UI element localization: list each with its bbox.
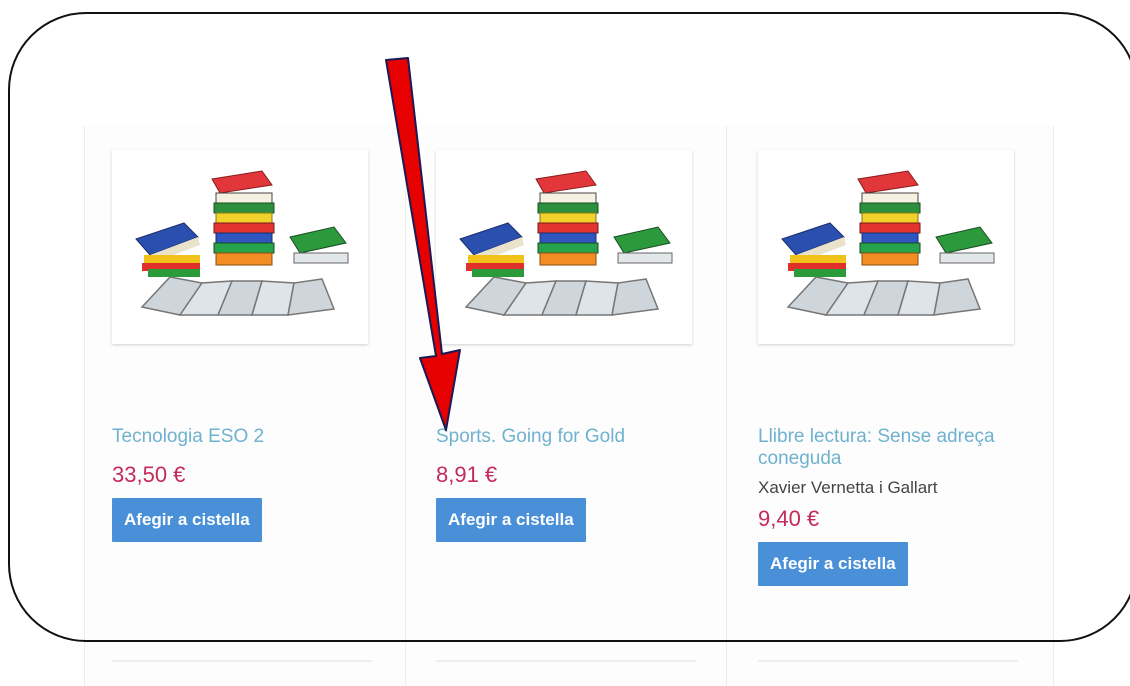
product-title-link[interactable]: Tecnologia ESO 2 [112, 426, 372, 448]
product-image[interactable] [758, 150, 1014, 344]
product-price: 8,91 € [436, 462, 498, 487]
product-card: Llibre lectura: Sense adreça coneguda Xa… [758, 150, 1018, 586]
product-author: Xavier Vernetta i Gallart [758, 478, 938, 497]
next-row-card-edge [758, 660, 1018, 662]
product-card: Tecnologia ESO 2 33,50 € Afegir a cistel… [112, 150, 372, 542]
add-to-cart-button[interactable]: Afegir a cistella [112, 498, 262, 542]
product-card: Sports. Going for Gold 8,91 € Afegir a c… [436, 150, 696, 542]
add-to-cart-button[interactable]: Afegir a cistella [436, 498, 586, 542]
column-divider [84, 126, 85, 686]
product-title-link[interactable]: Llibre lectura: Sense adreça coneguda [758, 426, 998, 470]
book-stack-icon [459, 170, 673, 316]
add-to-cart-button[interactable]: Afegir a cistella [758, 542, 908, 586]
book-stack-icon [135, 170, 349, 316]
product-image[interactable] [436, 150, 692, 344]
column-divider [405, 126, 406, 686]
next-row-card-edge [112, 660, 372, 662]
product-title-link[interactable]: Sports. Going for Gold [436, 426, 696, 448]
product-image[interactable] [112, 150, 368, 344]
product-price: 9,40 € [758, 506, 820, 531]
book-stack-icon [781, 170, 995, 316]
product-price: 33,50 € [112, 462, 186, 487]
column-divider [1053, 126, 1054, 686]
column-divider [726, 126, 727, 686]
next-row-card-edge [436, 660, 696, 662]
